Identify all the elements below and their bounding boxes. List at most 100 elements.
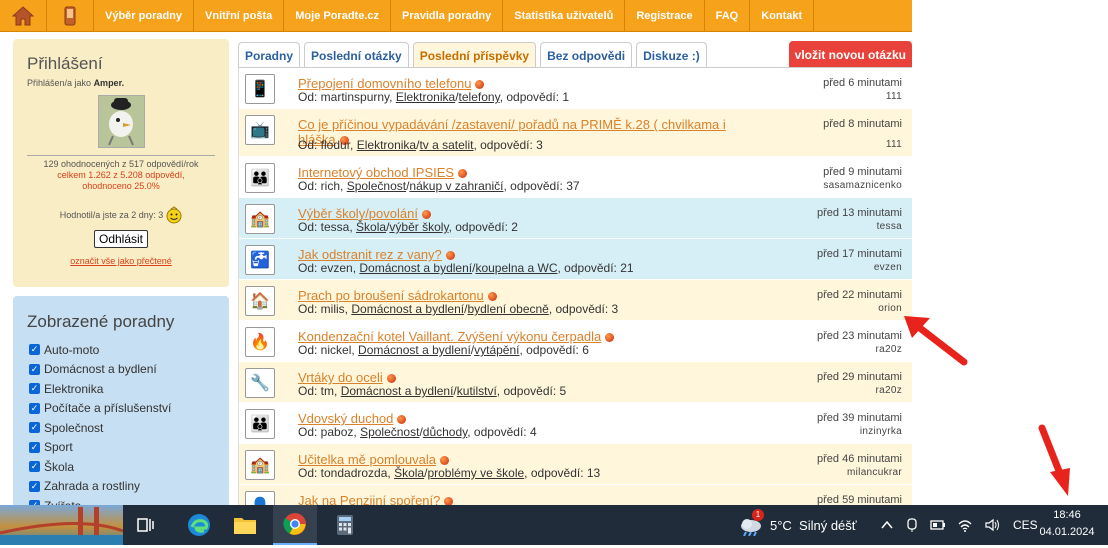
drill-icon[interactable]: 🔧: [245, 368, 275, 398]
subcategory-link[interactable]: bydlení obecně: [467, 302, 548, 316]
post-title-link[interactable]: Vrtáky do oceli: [298, 370, 738, 385]
nav-link[interactable]: Statistika uživatelů: [503, 0, 626, 32]
person-icon[interactable]: 👤: [245, 491, 275, 505]
mobile-button[interactable]: [47, 0, 94, 32]
school-icon[interactable]: 🏫: [245, 450, 275, 480]
category-item[interactable]: ✓ Počítače a příslušenství: [29, 399, 229, 419]
category-link[interactable]: Společnost: [360, 425, 419, 439]
checkbox-checked-icon[interactable]: ✓: [29, 383, 40, 395]
subcategory-link[interactable]: vytápění: [474, 343, 519, 357]
checkbox-checked-icon[interactable]: ✓: [29, 480, 40, 492]
tab[interactable]: Bez odpovědi: [540, 42, 633, 68]
subcategory-link[interactable]: výběr školy: [389, 220, 448, 234]
category-link[interactable]: Domácnost a bydlení: [359, 261, 472, 275]
chrome-button[interactable]: [273, 505, 317, 545]
subcategory-link[interactable]: důchody: [423, 425, 467, 439]
category-item[interactable]: ✓ Elektronika: [29, 379, 229, 399]
subcategory-link[interactable]: nákup v zahraničí: [409, 179, 503, 193]
category-link[interactable]: Škola: [356, 220, 386, 234]
category-item[interactable]: ✓ Domácnost a bydlení: [29, 360, 229, 380]
tv-icon[interactable]: 📺: [245, 115, 275, 145]
task-view-icon: [137, 518, 154, 532]
checkbox-checked-icon[interactable]: ✓: [29, 422, 40, 434]
logout-button[interactable]: Odhlásit: [93, 230, 149, 248]
post-title-link[interactable]: Přepojení domovního telefonu: [298, 76, 738, 91]
category-item[interactable]: ✓ Zahrada a rostliny: [29, 477, 229, 497]
category-link[interactable]: Společnost: [347, 179, 406, 193]
mark-all-read-link[interactable]: označit vše jako přečtené: [13, 256, 229, 266]
checkbox-checked-icon[interactable]: ✓: [29, 363, 40, 375]
category-item[interactable]: ✓ Auto-moto: [29, 340, 229, 360]
new-question-button[interactable]: vložit novou otázku: [788, 41, 912, 68]
category-link[interactable]: Elektronika: [396, 90, 455, 104]
wifi-icon[interactable]: [957, 518, 973, 532]
calculator-button[interactable]: [323, 505, 367, 545]
post-title-link[interactable]: Výběr školy/povolání: [298, 206, 738, 221]
category-item[interactable]: ✓ Škola: [29, 457, 229, 477]
checkbox-checked-icon[interactable]: ✓: [29, 461, 40, 473]
faucet-icon[interactable]: 🚰: [245, 245, 275, 275]
nav-link[interactable]: Moje Poradte.cz: [284, 0, 392, 32]
last-answerer[interactable]: orion: [878, 303, 902, 314]
subcategory-link[interactable]: telefony: [459, 90, 500, 104]
post-title-link[interactable]: Kondenzační kotel Vaillant. Zvýšení výko…: [298, 329, 738, 344]
people-icon[interactable]: 👪: [245, 409, 275, 439]
checkbox-checked-icon[interactable]: ✓: [29, 344, 40, 356]
subcategory-link[interactable]: koupelna a WC: [475, 261, 557, 275]
subcategory-link[interactable]: tv a satelit: [419, 138, 473, 152]
meet-now-icon[interactable]: [905, 517, 919, 533]
last-answerer[interactable]: 111: [886, 91, 902, 102]
category-link[interactable]: Domácnost a bydlení: [358, 343, 471, 357]
last-answerer[interactable]: tessa: [877, 221, 902, 232]
post-title-link[interactable]: Jak na Penzijní spoření?: [298, 493, 738, 505]
category-link[interactable]: Domácnost a bydlení: [341, 384, 454, 398]
last-answerer[interactable]: 111: [886, 139, 902, 150]
post-title-link[interactable]: Učitelka mě pomlouvala: [298, 452, 738, 467]
category-link[interactable]: Škola: [394, 466, 424, 480]
nav-link[interactable]: FAQ: [705, 0, 751, 32]
speaker-icon[interactable]: [984, 518, 1002, 532]
weather-widget[interactable]: 1 5°C Silný déšť: [738, 505, 857, 545]
edge-button[interactable]: [177, 505, 221, 545]
last-answerer[interactable]: inzinyrka: [860, 426, 902, 437]
subcategory-link[interactable]: kutilství: [457, 384, 497, 398]
tab[interactable]: Poslední příspěvky: [412, 42, 537, 68]
tab[interactable]: Diskuze :): [636, 42, 707, 68]
fireplace-icon[interactable]: 🔥: [245, 327, 275, 357]
tab[interactable]: Poradny: [238, 42, 301, 68]
nav-link[interactable]: Kontakt: [750, 0, 815, 32]
nav-link[interactable]: Registrace: [625, 0, 705, 32]
checkbox-checked-icon[interactable]: ✓: [29, 402, 40, 414]
last-answerer[interactable]: sasamaznicenko: [823, 180, 902, 191]
post-title-link[interactable]: Internetový obchod IPSIES: [298, 165, 738, 180]
last-answerer[interactable]: evzen: [874, 262, 902, 273]
post-title-link[interactable]: Vdovský duchod: [298, 411, 738, 426]
checkbox-checked-icon[interactable]: ✓: [29, 441, 40, 453]
tab[interactable]: Poslední otázky: [304, 42, 409, 68]
subcategory-link[interactable]: problémy ve škole: [427, 466, 524, 480]
last-answerer[interactable]: ra20z: [875, 385, 902, 396]
file-explorer-button[interactable]: [223, 505, 267, 545]
category-link[interactable]: Domácnost a bydlení: [351, 302, 464, 316]
nav-link[interactable]: Výběr poradny: [94, 0, 195, 32]
school-icon[interactable]: 🏫: [245, 204, 275, 234]
nav-link[interactable]: Vnitřní pošta: [194, 0, 285, 32]
house-icon[interactable]: 🏠: [245, 286, 275, 316]
people-icon[interactable]: 👪: [245, 163, 275, 193]
chevron-up-icon[interactable]: [880, 520, 894, 530]
post-title-link[interactable]: Prach po broušení sádrokartonu: [298, 288, 738, 303]
clock[interactable]: 18:46 04.01.2024: [1037, 507, 1097, 541]
phone-icon[interactable]: 📱: [245, 74, 275, 104]
avatar[interactable]: [97, 95, 145, 148]
task-view-button[interactable]: [123, 505, 167, 545]
category-item[interactable]: ✓ Společnost: [29, 418, 229, 438]
home-button[interactable]: [0, 0, 47, 32]
last-answerer[interactable]: ra20z: [875, 344, 902, 355]
language-indicator[interactable]: CES: [1013, 518, 1038, 532]
nav-link[interactable]: Pravidla poradny: [391, 0, 504, 32]
battery-icon[interactable]: [930, 519, 946, 531]
post-title-link[interactable]: Jak odstranit rez z vany?: [298, 247, 738, 262]
last-answerer[interactable]: milancukrar: [847, 467, 902, 478]
category-item[interactable]: ✓ Sport: [29, 438, 229, 458]
category-link[interactable]: Elektronika: [357, 138, 416, 152]
